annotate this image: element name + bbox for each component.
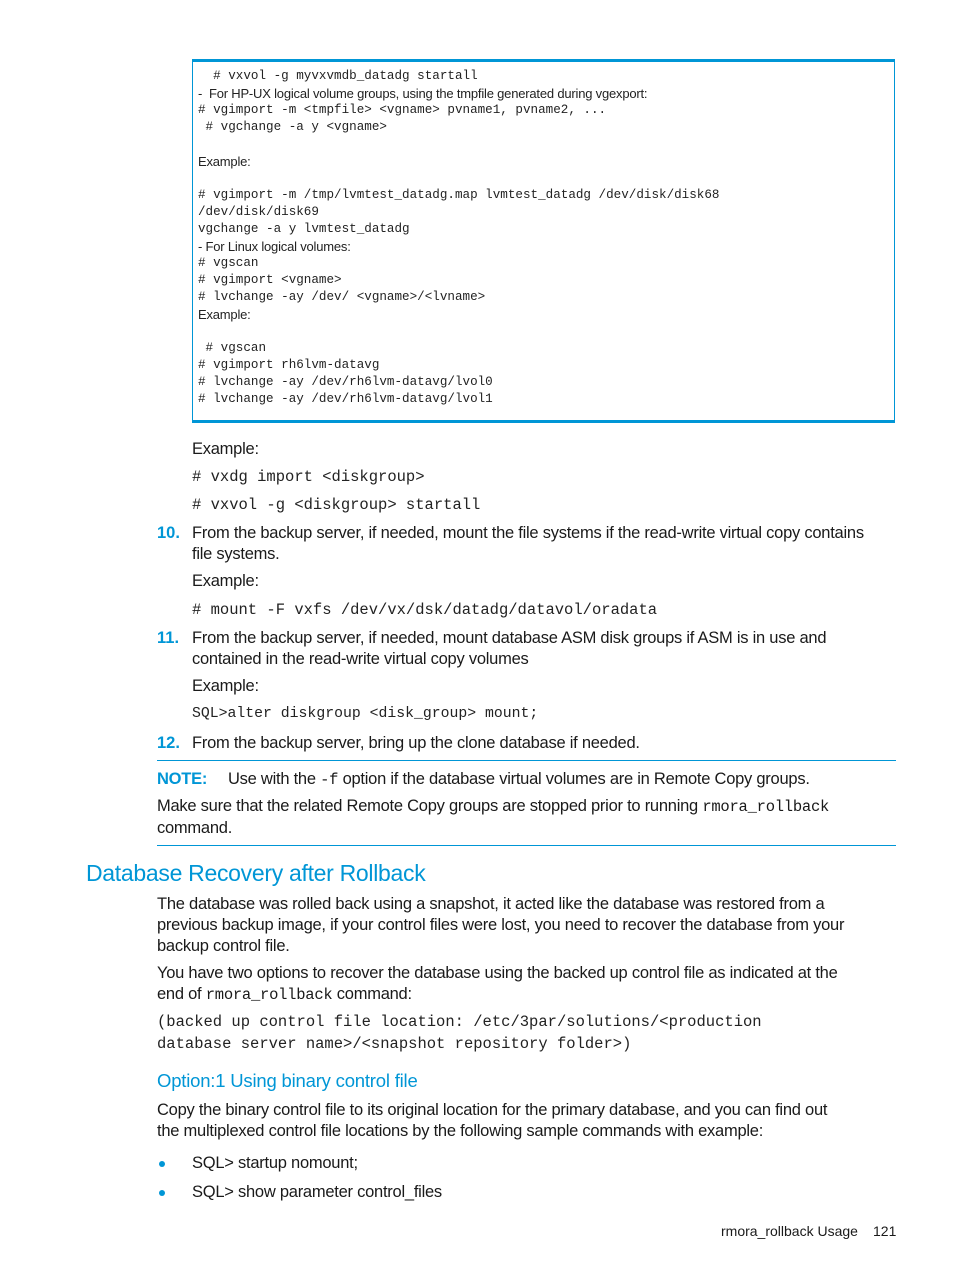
note-text-part: Use with the (228, 770, 321, 788)
step-number: 11. (157, 629, 180, 647)
note-text-part: Make sure that the related Remote Copy g… (157, 797, 703, 815)
footer-section-name: rmora_rollback Usage (721, 1223, 858, 1239)
code-box-line: # vgimport rh6lvm-datavg (198, 358, 380, 372)
code-example-box: # vxvol -g myvxvmdb_datadg startall - For… (192, 59, 895, 423)
code-box-line: # vgchange -a y <vgname> (198, 120, 387, 134)
bullet-item: SQL> show parameter control_files (192, 1183, 442, 1201)
note-label: NOTE: (157, 770, 208, 788)
paragraph-line: previous backup image, if your control f… (157, 916, 845, 934)
step-text: From the backup server, if needed, mount… (192, 524, 864, 542)
text-part: command: (332, 985, 412, 1003)
code-line: SQL>alter diskgroup <disk_group> mount; (192, 706, 539, 722)
bullet-icon (159, 1190, 165, 1196)
paragraph-line: backup control file. (157, 937, 290, 955)
paragraph-line: The database was rolled back using a sna… (157, 895, 825, 913)
code-box-line: /dev/disk/disk69 (198, 205, 319, 219)
note-top-rule (157, 760, 896, 761)
code-line: database server name>/<snapshot reposito… (157, 1035, 632, 1053)
note-text: command. (157, 819, 233, 837)
note-bottom-rule (157, 845, 896, 846)
example-label: Example: (192, 572, 259, 590)
note-code: -f (320, 771, 339, 789)
page-number: 121 (873, 1223, 897, 1239)
code-box-line: # lvchange -ay /dev/ <vgname>/<lvname> (198, 290, 486, 304)
code-box-line: # lvchange -ay /dev/rh6lvm-datavg/lvol1 (198, 392, 493, 406)
inline-code: rmora_rollback (205, 986, 333, 1004)
code-box-line: # vgimport -m <tmpfile> <vgname> pvname1… (198, 103, 607, 117)
step-text: contained in the read-write virtual copy… (192, 650, 529, 668)
paragraph-line: You have two options to recover the data… (157, 964, 838, 982)
subsection-heading: Option:1 Using binary control file (157, 1070, 418, 1091)
code-box-line: vgchange -a y lvmtest_datadg (198, 222, 410, 236)
example-label: Example: (192, 440, 259, 458)
code-box-note: Example: (198, 154, 251, 169)
code-box-line: # vgimport -m /tmp/lvmtest_datadg.map lv… (198, 188, 720, 202)
paragraph-line: Copy the binary control file to its orig… (157, 1101, 828, 1119)
code-line: # vxvol -g <diskgroup> startall (192, 496, 481, 514)
code-box-note: - For HP-UX logical volume groups, using… (198, 86, 648, 101)
step-text: file systems. (192, 545, 280, 563)
code-line: (backed up control file location: /etc/3… (157, 1013, 762, 1031)
paragraph-line: the multiplexed control file locations b… (157, 1122, 764, 1140)
step-text: From the backup server, bring up the clo… (192, 734, 640, 752)
bullet-item: SQL> startup nomount; (192, 1154, 358, 1172)
section-heading: Database Recovery after Rollback (86, 860, 426, 886)
code-box-line: # vxvol -g myvxvmdb_datadg startall (198, 69, 478, 83)
step-number: 12. (157, 734, 180, 752)
example-label: Example: (192, 677, 259, 695)
paragraph-line: end of rmora_rollback command: (157, 984, 412, 1006)
code-box-line: # vgscan (198, 341, 267, 355)
code-box-note: - For Linux logical volumes: (198, 239, 351, 254)
note-text: Use with the -f option if the database v… (228, 769, 810, 791)
code-box-line: # vgscan (198, 256, 259, 270)
note-code: rmora_rollback (702, 798, 830, 816)
code-line: # vxdg import <diskgroup> (192, 468, 425, 486)
note-text-part: option if the database virtual volumes a… (338, 770, 810, 788)
code-box-line: # lvchange -ay /dev/rh6lvm-datavg/lvol0 (198, 375, 493, 389)
text-part: end of (157, 985, 206, 1003)
code-box-note: Example: (198, 307, 251, 322)
note-text: Make sure that the related Remote Copy g… (157, 796, 829, 818)
bullet-icon (159, 1161, 165, 1167)
step-text: From the backup server, if needed, mount… (192, 629, 827, 647)
code-line: # mount -F vxfs /dev/vx/dsk/datadg/datav… (192, 601, 658, 619)
code-box-line: # vgimport <vgname> (198, 273, 342, 287)
step-number: 10. (157, 524, 180, 542)
